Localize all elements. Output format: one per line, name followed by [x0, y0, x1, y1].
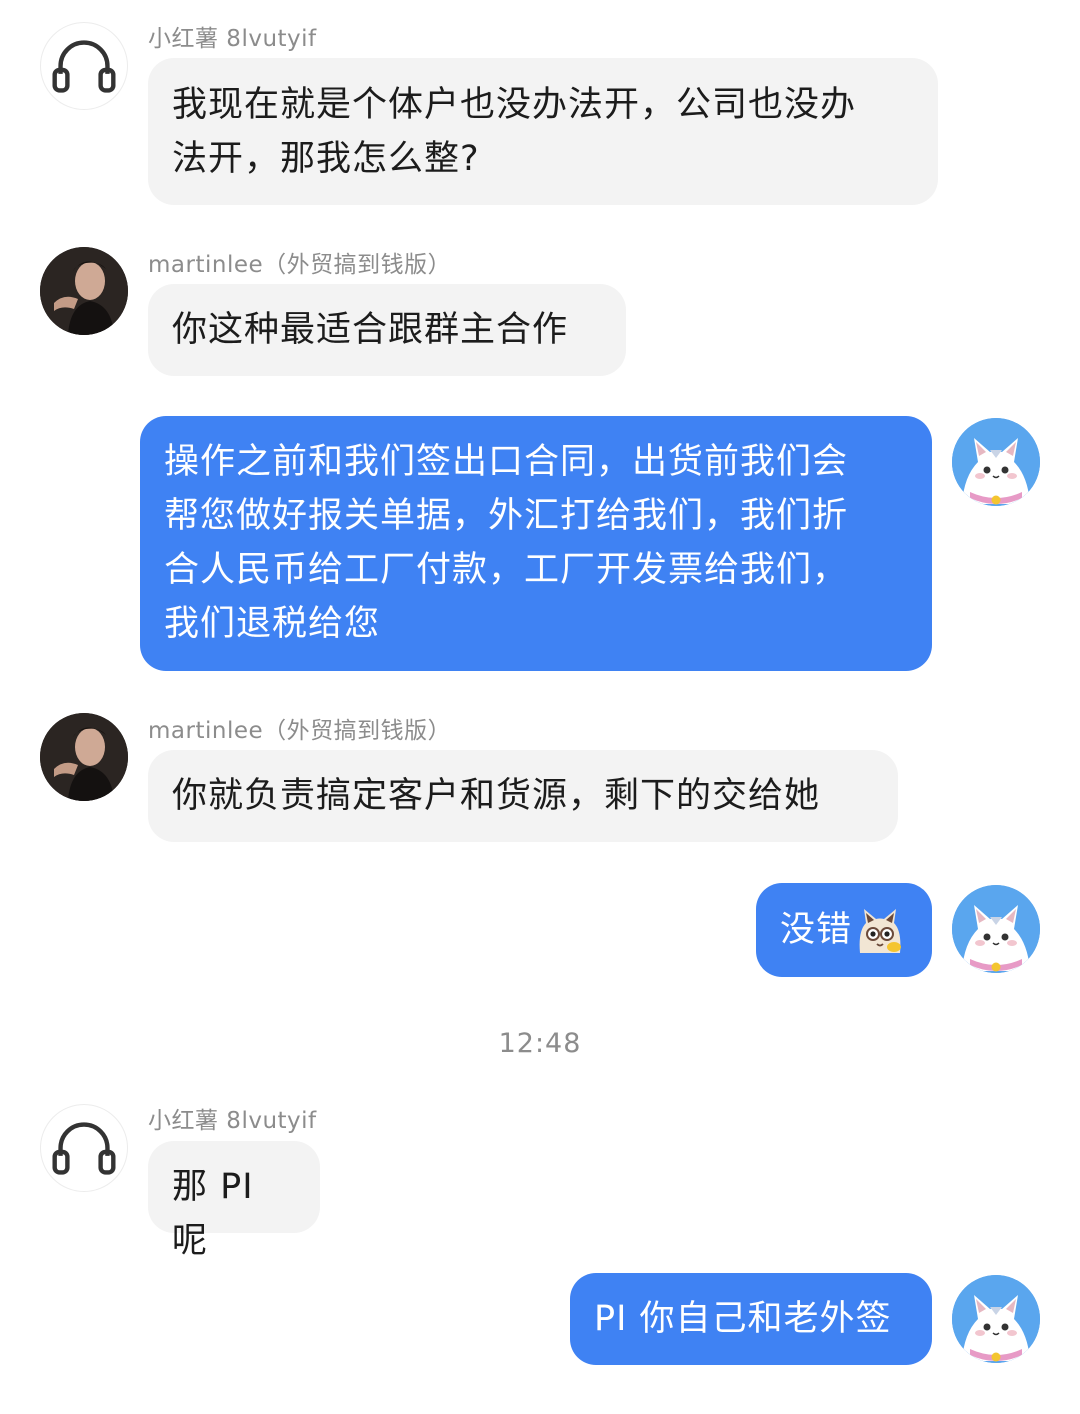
message-text: 你就负责搞定客户和货源，剩下的交给她	[172, 776, 821, 816]
man-photo-avatar	[40, 713, 128, 801]
message-text: 合人民币给工厂付款，工厂开发票给我们，	[164, 550, 849, 590]
man-photo-avatar	[40, 247, 128, 335]
sender-name: martinlee（外贸搞到钱版）	[148, 718, 452, 744]
message-text: 我现在就是个体户也没办法开，公司也没办	[172, 85, 857, 125]
sender-name: 小红薯 8lvutyif	[148, 26, 317, 52]
cat-avatar-icon	[952, 1275, 1040, 1363]
avatar[interactable]	[40, 1104, 128, 1192]
avatar[interactable]	[952, 418, 1040, 506]
message-text: 没错	[780, 910, 853, 950]
sender-name: 小红薯 8lvutyif	[148, 1108, 317, 1134]
message-text: 帮您做好报关单据，外汇打给我们，我们折	[164, 496, 849, 536]
avatar[interactable]	[40, 247, 128, 335]
message-text: 你这种最适合跟群主合作	[172, 310, 569, 350]
cat-avatar-icon	[952, 418, 1040, 506]
message-text: 法开，那我怎么整?	[172, 139, 480, 179]
sender-name: martinlee（外贸搞到钱版）	[148, 252, 452, 278]
headphones-avatar-icon	[52, 1122, 116, 1175]
avatar[interactable]	[952, 885, 1040, 973]
message-bubble[interactable]: 我现在就是个体户也没办法开，公司也没办 法开，那我怎么整?	[148, 58, 938, 205]
message-bubble[interactable]: 操作之前和我们签出口合同，出货前我们会 帮您做好报关单据，外汇打给我们，我们折 …	[140, 416, 932, 671]
headphones-avatar-icon	[52, 40, 116, 93]
cat-emoji-icon	[854, 905, 906, 957]
cat-avatar-icon	[952, 885, 1040, 973]
message-text: PI 你自己和老外签	[594, 1299, 892, 1339]
message-text: 我们退税给您	[164, 604, 381, 644]
message-bubble[interactable]: 没错	[756, 883, 932, 977]
avatar[interactable]	[952, 1275, 1040, 1363]
message-text: 操作之前和我们签出口合同，出货前我们会	[164, 442, 849, 482]
avatar[interactable]	[40, 22, 128, 110]
avatar[interactable]	[40, 713, 128, 801]
timestamp: 12:48	[498, 1028, 582, 1059]
message-bubble[interactable]: 你这种最适合跟群主合作	[148, 284, 626, 376]
message-bubble[interactable]: 你就负责搞定客户和货源，剩下的交给她	[148, 750, 898, 842]
message-bubble[interactable]: PI 你自己和老外签	[570, 1273, 932, 1365]
message-bubble[interactable]: 那 PI 呢	[148, 1141, 320, 1261]
message-text: 那 PI 呢	[172, 1167, 254, 1261]
